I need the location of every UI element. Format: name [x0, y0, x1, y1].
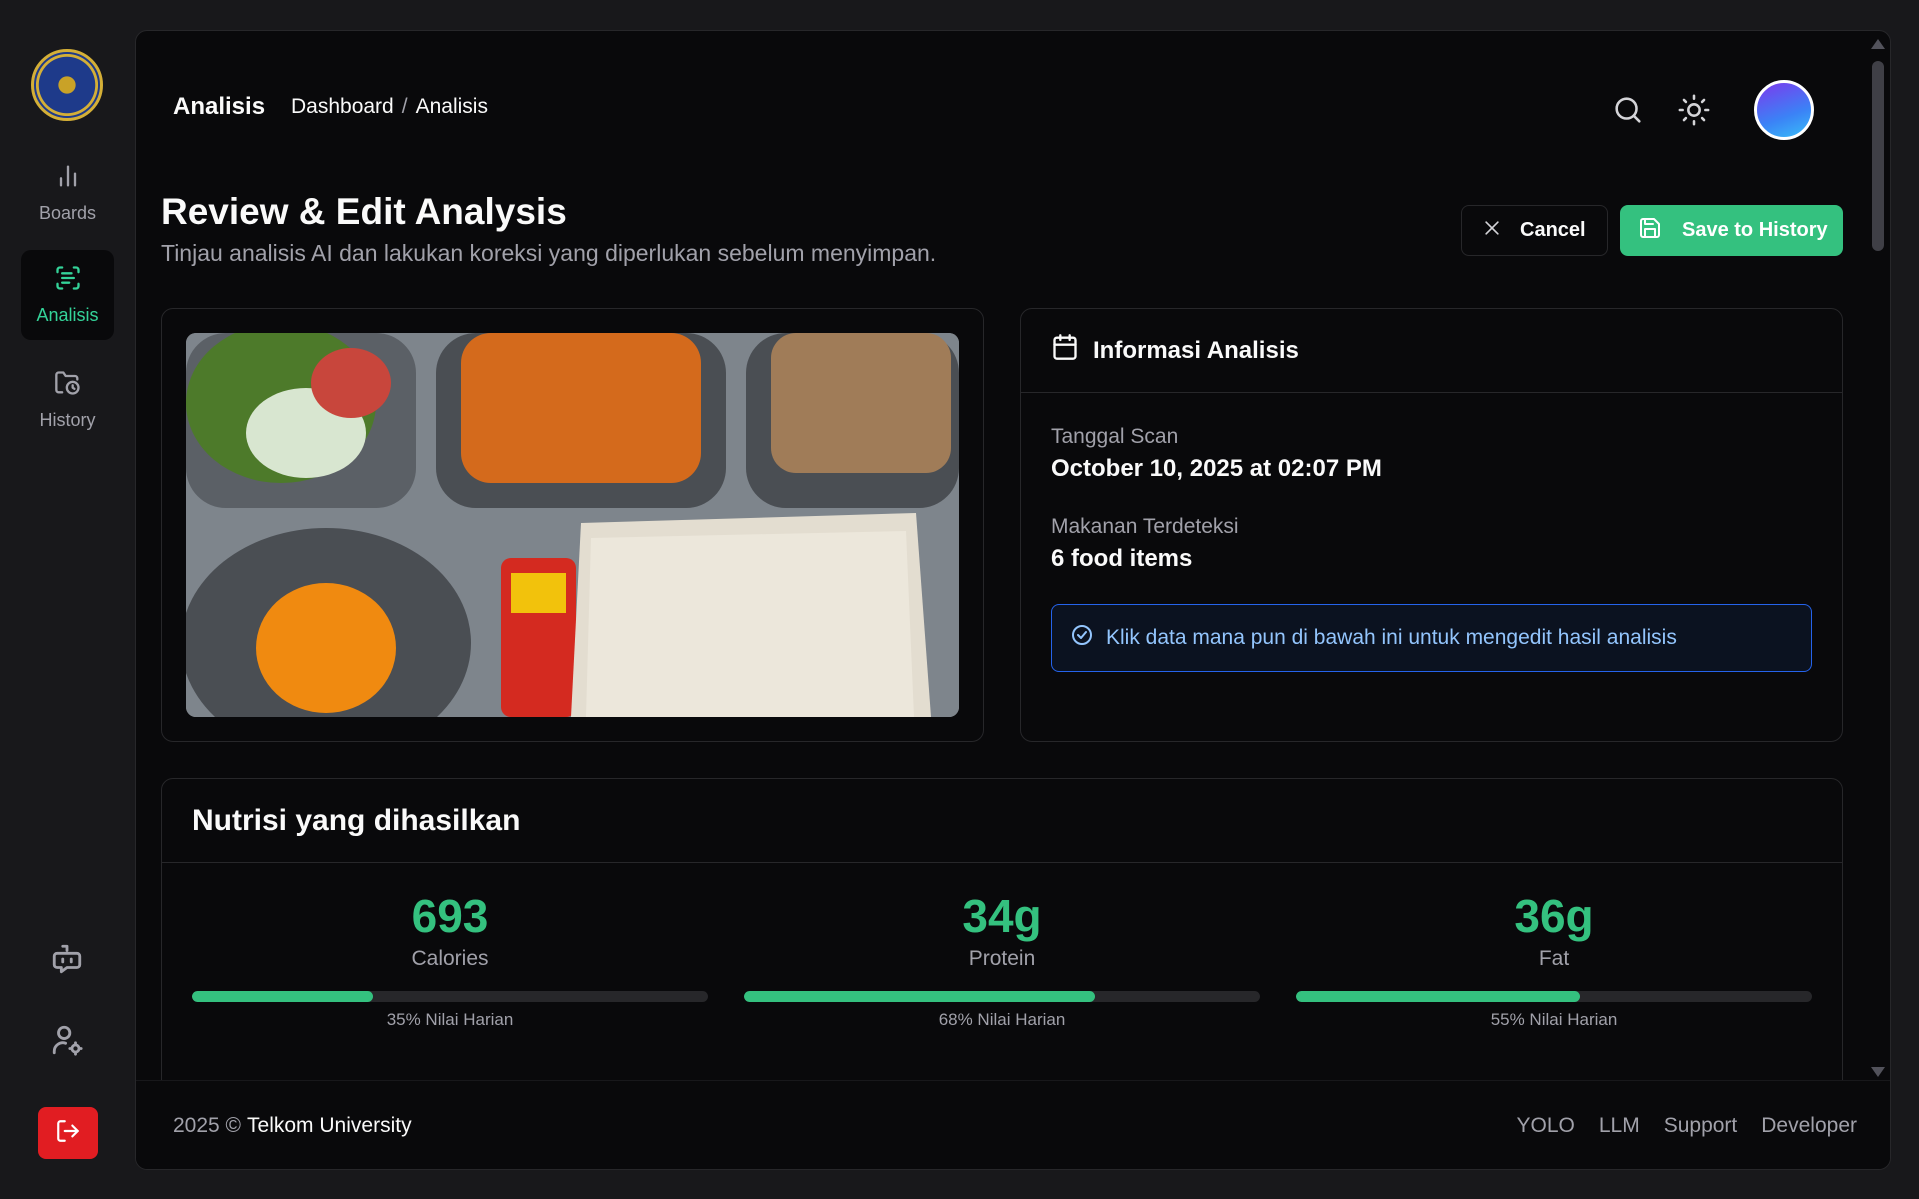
- daily-value-caption: 68% Nilai Harian: [938, 1010, 1066, 1029]
- bot-message-icon[interactable]: [50, 942, 84, 976]
- card-title: Informasi Analisis: [1093, 336, 1299, 364]
- breadcrumb-analisis: Analisis: [415, 95, 488, 118]
- user-settings-icon[interactable]: [50, 1023, 84, 1057]
- hint-text: Klik data mana pun di bawah ini untuk me…: [1106, 626, 1677, 649]
- progress-fill: [744, 991, 1095, 1002]
- garuda-logo[interactable]: [31, 49, 103, 121]
- scan-date-value[interactable]: October 10, 2025 at 02:07 PM: [1051, 455, 1382, 483]
- scan-text-icon: [54, 264, 82, 297]
- bar-chart-icon: [54, 162, 82, 195]
- sun-icon[interactable]: [1677, 93, 1711, 127]
- logout-icon: [55, 1118, 81, 1149]
- scroll-up-arrow[interactable]: [1871, 39, 1885, 49]
- nutrition-label: Fat: [1538, 947, 1570, 970]
- footer-org-link[interactable]: Telkom University: [247, 1114, 412, 1137]
- sidebar-item-boards[interactable]: Boards: [21, 148, 114, 238]
- main-panel: Analisis Dashboard / Analisis Review & E…: [135, 30, 1891, 1170]
- edit-hint-banner: Klik data mana pun di bawah ini untuk me…: [1051, 604, 1812, 672]
- breadcrumb: Dashboard / Analisis: [291, 95, 488, 119]
- daily-value-caption: 55% Nilai Harian: [1490, 1010, 1618, 1029]
- scroll-thumb[interactable]: [1872, 61, 1884, 251]
- nutrition-value: 693: [411, 890, 489, 942]
- logout-button[interactable]: [38, 1107, 98, 1159]
- nutrition-item-calories[interactable]: 693 Calories 35% Nilai Harian: [192, 889, 708, 1030]
- scan-date-label: Tanggal Scan: [1051, 425, 1179, 448]
- calendar-icon: [1051, 333, 1079, 368]
- footer: 2025 © Telkom University YOLO LLM Support…: [136, 1080, 1890, 1169]
- nutrition-label: Protein: [968, 947, 1036, 970]
- footer-link-yolo[interactable]: YOLO: [1516, 1114, 1574, 1138]
- search-icon[interactable]: [1611, 93, 1645, 127]
- close-icon: [1482, 218, 1502, 244]
- nutrition-item-fat[interactable]: 36g Fat 55% Nilai Harian: [1296, 889, 1812, 1030]
- progress-fill: [1296, 991, 1580, 1002]
- sidebar-item-history[interactable]: History: [21, 355, 114, 445]
- folder-clock-icon: [54, 369, 82, 402]
- scroll-down-arrow[interactable]: [1871, 1067, 1885, 1077]
- food-tray-photo: [186, 333, 959, 717]
- footer-year: 2025 ©: [173, 1114, 242, 1137]
- footer-link-developer[interactable]: Developer: [1761, 1114, 1857, 1138]
- nutrition-value: 36g: [1514, 890, 1594, 942]
- nutrition-title: Nutrisi yang dihasilkan: [162, 779, 1842, 863]
- nutrition-label: Calories: [411, 947, 489, 970]
- progress-bar: [1296, 991, 1812, 1002]
- save-to-history-button[interactable]: Save to History: [1620, 205, 1843, 256]
- footer-copyright: 2025 © Telkom University: [173, 1114, 412, 1138]
- food-image-card: [161, 308, 984, 742]
- progress-bar: [192, 991, 708, 1002]
- cancel-button[interactable]: Cancel: [1461, 205, 1608, 256]
- cancel-label: Cancel: [1520, 219, 1586, 241]
- nutrition-value: 34g: [962, 890, 1042, 942]
- detected-value[interactable]: 6 food items: [1051, 545, 1192, 573]
- card-header: Informasi Analisis: [1021, 309, 1842, 393]
- save-label: Save to History: [1682, 219, 1828, 241]
- scrollbar[interactable]: [1871, 39, 1885, 1079]
- sidebar-item-label: Boards: [38, 203, 97, 223]
- sidebar-item-label: Analisis: [36, 305, 99, 325]
- page-subtitle: Tinjau analisis AI dan lakukan koreksi y…: [161, 240, 937, 266]
- header-title: Analisis: [173, 93, 266, 120]
- sidebar: Boards Analisis History: [0, 0, 135, 1199]
- check-circle-icon: [1070, 623, 1094, 653]
- sidebar-item-analisis[interactable]: Analisis: [21, 250, 114, 340]
- nutrition-item-protein[interactable]: 34g Protein 68% Nilai Harian: [744, 889, 1260, 1030]
- save-icon: [1638, 216, 1662, 246]
- sidebar-item-label: History: [39, 410, 96, 430]
- footer-links: YOLO LLM Support Developer: [1516, 1114, 1857, 1138]
- breadcrumb-separator: /: [401, 95, 408, 118]
- footer-link-llm[interactable]: LLM: [1599, 1114, 1640, 1138]
- page-title: Review & Edit Analysis: [161, 191, 567, 232]
- daily-value-caption: 35% Nilai Harian: [386, 1010, 514, 1029]
- progress-fill: [192, 991, 373, 1002]
- detected-label: Makanan Terdeteksi: [1051, 515, 1239, 538]
- analysis-info-card: Informasi Analisis Tanggal Scan October …: [1020, 308, 1843, 742]
- breadcrumb-dashboard[interactable]: Dashboard: [291, 95, 394, 119]
- avatar[interactable]: [1754, 80, 1814, 140]
- progress-bar: [744, 991, 1260, 1002]
- footer-link-support[interactable]: Support: [1664, 1114, 1738, 1138]
